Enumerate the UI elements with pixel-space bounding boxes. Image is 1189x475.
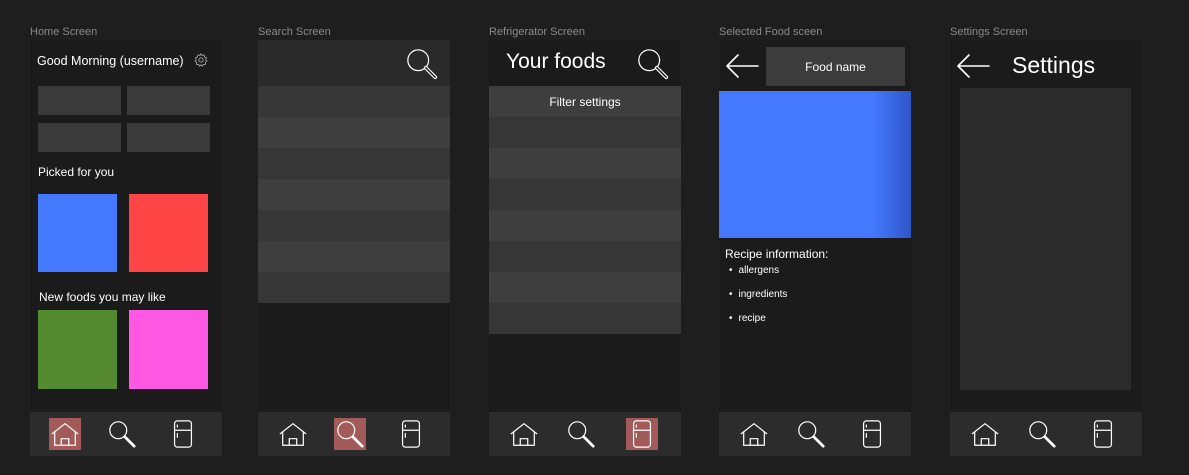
bottom-nav bbox=[258, 412, 450, 456]
result-row[interactable] bbox=[258, 86, 450, 117]
result-row[interactable] bbox=[258, 117, 450, 148]
nav-home-button[interactable] bbox=[969, 418, 1001, 450]
frame-label-settings: Settings Screen bbox=[950, 26, 1028, 38]
frame-label-fridge: Refrigerator Screen bbox=[489, 26, 585, 38]
food-name-label: Food name bbox=[805, 59, 866, 74]
nav-search-button[interactable] bbox=[565, 418, 597, 450]
fridge-icon bbox=[1088, 419, 1118, 449]
greeting-text: Good Morning (username) bbox=[37, 54, 184, 68]
house-icon bbox=[509, 419, 539, 449]
bottom-nav bbox=[719, 412, 911, 456]
nav-search-button[interactable] bbox=[795, 418, 827, 450]
bottom-nav bbox=[950, 412, 1142, 456]
settings-panel bbox=[960, 88, 1131, 390]
bottom-nav bbox=[30, 412, 222, 456]
selected-food-screen: Food name Recipe information: allergens … bbox=[719, 40, 911, 456]
nav-search-button[interactable] bbox=[334, 418, 366, 450]
frame-label-food: Selected Food sceen bbox=[719, 26, 823, 38]
food-name-box: Food name bbox=[766, 47, 905, 86]
nav-home-button[interactable] bbox=[508, 418, 540, 450]
search-icon bbox=[1027, 419, 1057, 449]
search-screen bbox=[258, 40, 450, 456]
nav-home-button[interactable] bbox=[738, 418, 770, 450]
nav-home-button[interactable] bbox=[277, 418, 309, 450]
search-icon bbox=[107, 419, 137, 449]
filter-settings-label: Filter settings bbox=[549, 94, 621, 109]
new-food-card-1[interactable] bbox=[38, 310, 117, 389]
frame-label-search: Search Screen bbox=[258, 26, 331, 38]
fridge-screen: Your foods Filter settings bbox=[489, 40, 681, 456]
nav-fridge-button[interactable] bbox=[856, 418, 888, 450]
list-item: recipe bbox=[729, 313, 766, 324]
back-arrow-icon[interactable] bbox=[955, 53, 991, 79]
list-item: allergens bbox=[729, 265, 780, 276]
result-row[interactable] bbox=[258, 148, 450, 179]
bottom-nav bbox=[489, 412, 681, 456]
house-icon bbox=[50, 419, 80, 449]
food-row[interactable] bbox=[489, 179, 681, 210]
new-food-card-2[interactable] bbox=[129, 310, 208, 389]
nav-fridge-button[interactable] bbox=[167, 418, 199, 450]
food-row[interactable] bbox=[489, 272, 681, 303]
fridge-icon bbox=[627, 419, 657, 449]
search-icon bbox=[335, 419, 365, 449]
food-row[interactable] bbox=[489, 148, 681, 179]
result-row[interactable] bbox=[258, 179, 450, 210]
picked-card-2[interactable] bbox=[129, 194, 208, 272]
fridge-icon bbox=[396, 419, 426, 449]
page-title: Settings bbox=[1012, 52, 1096, 78]
house-icon bbox=[970, 419, 1000, 449]
nav-search-button[interactable] bbox=[106, 418, 138, 450]
frame-label-home: Home Screen bbox=[30, 26, 98, 38]
quick-tile-3[interactable] bbox=[38, 123, 121, 152]
nav-home-button[interactable] bbox=[49, 418, 81, 450]
house-icon bbox=[739, 419, 769, 449]
quick-tile-4[interactable] bbox=[127, 123, 210, 152]
search-icon[interactable] bbox=[636, 47, 670, 81]
food-row[interactable] bbox=[489, 241, 681, 272]
home-screen: Good Morning (username) Picked for you N… bbox=[30, 40, 222, 456]
page-title: Your foods bbox=[506, 50, 606, 73]
picked-card-1[interactable] bbox=[38, 194, 117, 272]
recipe-info-heading: Recipe information: bbox=[725, 247, 829, 261]
result-row[interactable] bbox=[258, 210, 450, 241]
search-icon bbox=[796, 419, 826, 449]
food-row[interactable] bbox=[489, 303, 681, 334]
quick-tile-1[interactable] bbox=[38, 86, 121, 115]
food-row[interactable] bbox=[489, 210, 681, 241]
gear-icon[interactable] bbox=[193, 52, 209, 68]
nav-fridge-button[interactable] bbox=[395, 418, 427, 450]
fridge-icon bbox=[857, 419, 887, 449]
search-icon bbox=[566, 419, 596, 449]
list-item: ingredients bbox=[729, 289, 788, 300]
result-row[interactable] bbox=[258, 272, 450, 303]
search-icon[interactable] bbox=[405, 47, 439, 81]
new-foods-heading: New foods you may like bbox=[39, 290, 166, 304]
back-arrow-icon[interactable] bbox=[724, 53, 760, 79]
filter-settings-bar[interactable]: Filter settings bbox=[489, 86, 681, 117]
nav-fridge-button[interactable] bbox=[626, 418, 658, 450]
house-icon bbox=[278, 419, 308, 449]
quick-tile-2[interactable] bbox=[127, 86, 210, 115]
settings-screen: Settings bbox=[950, 40, 1142, 456]
food-row[interactable] bbox=[489, 117, 681, 148]
food-image bbox=[719, 91, 911, 238]
result-row[interactable] bbox=[258, 241, 450, 272]
nav-search-button[interactable] bbox=[1026, 418, 1058, 450]
fridge-icon bbox=[168, 419, 198, 449]
picked-for-you-heading: Picked for you bbox=[38, 165, 115, 179]
nav-fridge-button[interactable] bbox=[1087, 418, 1119, 450]
